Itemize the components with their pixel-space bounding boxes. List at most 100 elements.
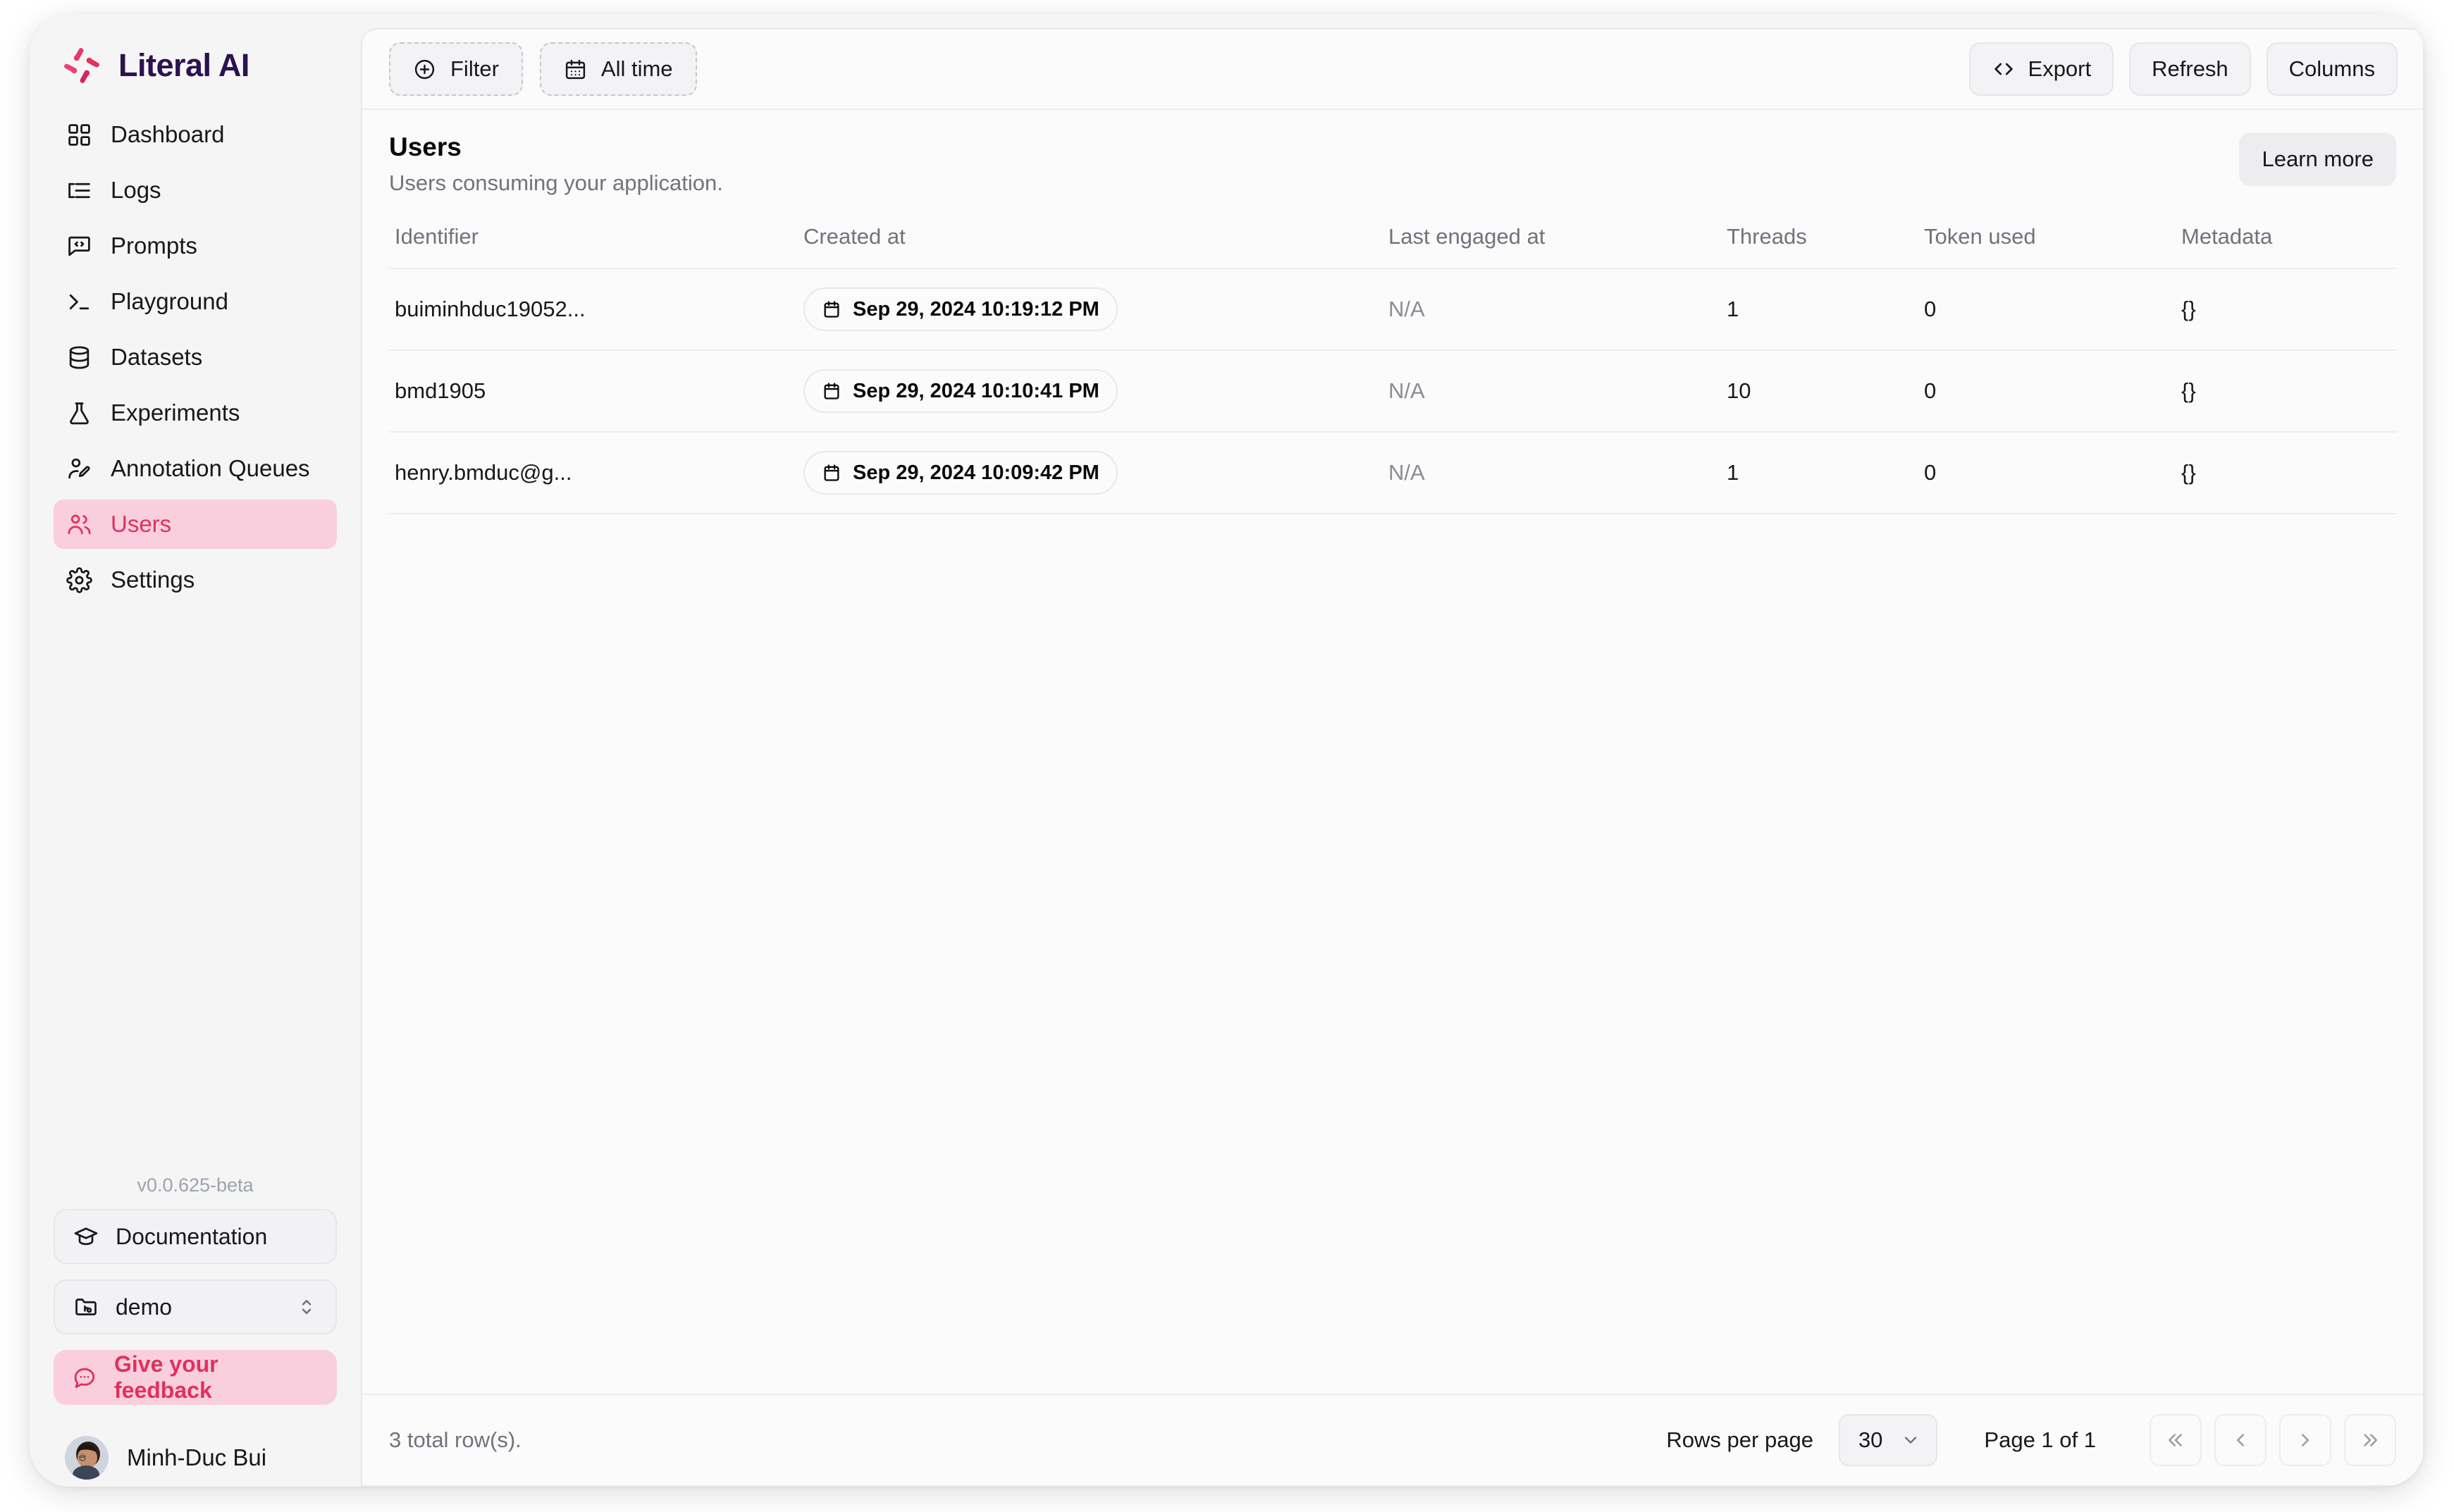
cell-token-used: 0	[1918, 350, 2176, 433]
refresh-button[interactable]: Refresh	[2129, 42, 2251, 96]
flask-icon	[66, 400, 92, 426]
user-name: Minh-Duc Bui	[127, 1444, 267, 1470]
chevrons-left-icon	[2165, 1430, 2186, 1451]
folder-git-icon	[73, 1294, 99, 1320]
give-feedback-label: Give your feedback	[114, 1351, 218, 1403]
message-code-icon	[66, 233, 92, 259]
table-header-row: Identifier Created at Last engaged at Th…	[389, 211, 2396, 269]
table-row[interactable]: bmd1905 Sep 29, 2024 10:10:41 PM N/A 10 …	[389, 350, 2396, 433]
code-brackets-icon	[1992, 57, 2016, 81]
sidebar-item-prompts[interactable]: Prompts	[54, 221, 337, 271]
avatar	[65, 1436, 109, 1480]
user-pen-icon	[66, 456, 92, 482]
chevron-left-icon	[2230, 1430, 2251, 1451]
toolbar: Filter All time Export Refresh Columns	[362, 30, 2423, 109]
terminal-icon	[66, 289, 92, 315]
sidebar-item-playground[interactable]: Playground	[54, 277, 337, 326]
chevron-up-down-icon	[296, 1296, 317, 1318]
rows-per-page-select[interactable]: 30	[1838, 1414, 1938, 1466]
filter-button[interactable]: Filter	[389, 42, 523, 96]
sidebar-item-logs[interactable]: Logs	[54, 166, 337, 215]
date-chip: Sep 29, 2024 10:09:42 PM	[803, 451, 1118, 495]
documentation-button[interactable]: Documentation	[54, 1209, 337, 1264]
column-header-identifier[interactable]: Identifier	[389, 211, 798, 269]
time-range-button[interactable]: All time	[539, 42, 697, 96]
user-account-row[interactable]: Minh-Duc Bui	[30, 1405, 361, 1487]
sidebar-item-settings[interactable]: Settings	[54, 555, 337, 605]
project-selector[interactable]: demo	[54, 1279, 337, 1334]
cell-created-at: Sep 29, 2024 10:19:12 PM	[798, 268, 1383, 351]
cell-token-used: 0	[1918, 268, 2176, 351]
table-row[interactable]: buiminhduc19052... Sep 29, 2024 10:19:12…	[389, 268, 2396, 351]
app-version: v0.0.625-beta	[137, 1175, 254, 1196]
table-row[interactable]: henry.bmduc@g... Sep 29, 2024 10:09:42 P…	[389, 432, 2396, 514]
column-header-token-used[interactable]: Token used	[1918, 211, 2176, 269]
users-icon	[66, 512, 92, 538]
sidebar-item-datasets[interactable]: Datasets	[54, 333, 337, 382]
previous-page-button[interactable]	[2214, 1414, 2267, 1466]
column-header-metadata[interactable]: Metadata	[2176, 211, 2396, 269]
column-header-threads[interactable]: Threads	[1721, 211, 1918, 269]
page-title: Users	[389, 132, 462, 161]
date-chip: Sep 29, 2024 10:10:41 PM	[803, 369, 1118, 413]
list-indent-icon	[66, 178, 92, 204]
page-header-text: Users Users consuming your application.	[389, 132, 723, 196]
sidebar-item-dashboard[interactable]: Dashboard	[54, 110, 337, 159]
export-button[interactable]: Export	[1968, 42, 2114, 96]
main-panel: Filter All time Export Refresh Columns U…	[361, 28, 2424, 1487]
total-rows-label: 3 total row(s).	[389, 1427, 522, 1452]
pager-buttons	[2150, 1414, 2396, 1466]
cell-token-used: 0	[1918, 432, 2176, 514]
brand[interactable]: Literal AI	[30, 14, 361, 90]
column-header-last-engaged-at[interactable]: Last engaged at	[1383, 211, 1721, 269]
cell-created-at: Sep 29, 2024 10:10:41 PM	[798, 350, 1383, 433]
calendar-icon	[564, 58, 587, 81]
sidebar-item-label: Playground	[111, 288, 228, 314]
grid-icon	[66, 122, 92, 148]
first-page-button[interactable]	[2150, 1414, 2202, 1466]
plus-circle-icon	[413, 58, 436, 81]
sidebar-item-users[interactable]: Users	[54, 500, 337, 549]
toolbar-left: Filter All time	[389, 42, 697, 96]
filter-label: Filter	[450, 56, 499, 81]
columns-button[interactable]: Columns	[2266, 42, 2398, 96]
users-table: Identifier Created at Last engaged at Th…	[389, 211, 2396, 514]
next-page-button[interactable]	[2279, 1414, 2331, 1466]
cell-last-engaged-at: N/A	[1383, 268, 1721, 351]
sidebar-item-label: Prompts	[111, 233, 197, 259]
sidebar-item-label: Users	[111, 511, 172, 537]
page-indicator: Page 1 of 1	[1984, 1427, 2096, 1452]
give-feedback-button[interactable]: Give your feedback	[54, 1350, 337, 1405]
export-label: Export	[2028, 56, 2092, 81]
sidebar-item-label: Logs	[111, 177, 161, 203]
cell-threads: 10	[1721, 350, 1918, 433]
column-header-created-at[interactable]: Created at	[798, 211, 1383, 269]
project-label: demo	[116, 1294, 173, 1320]
refresh-label: Refresh	[2152, 56, 2228, 81]
cell-last-engaged-at: N/A	[1383, 432, 1721, 514]
date-chip-label: Sep 29, 2024 10:10:41 PM	[853, 379, 1099, 402]
calendar-icon	[822, 381, 841, 401]
learn-more-label: Learn more	[2262, 147, 2374, 171]
date-chip: Sep 29, 2024 10:19:12 PM	[803, 287, 1118, 331]
learn-more-button[interactable]: Learn more	[2239, 132, 2396, 186]
last-page-button[interactable]	[2344, 1414, 2396, 1466]
chevrons-right-icon	[2360, 1430, 2381, 1451]
sidebar-item-experiments[interactable]: Experiments	[54, 388, 337, 438]
users-table-container: Identifier Created at Last engaged at Th…	[362, 211, 2423, 1394]
rows-per-page-label: Rows per page	[1666, 1427, 1813, 1452]
page-subtitle: Users consuming your application.	[389, 171, 723, 195]
page-header: Users Users consuming your application. …	[362, 110, 2423, 211]
sidebar-item-label: Experiments	[111, 399, 240, 426]
sidebar-item-annotation-queues[interactable]: Annotation Queues	[54, 444, 337, 493]
cell-created-at: Sep 29, 2024 10:09:42 PM	[798, 432, 1383, 514]
sidebar-item-label: Datasets	[111, 344, 203, 370]
time-range-label: All time	[600, 56, 673, 81]
graduation-cap-icon	[73, 1224, 99, 1249]
calendar-icon	[822, 299, 841, 319]
database-icon	[66, 345, 92, 371]
date-chip-label: Sep 29, 2024 10:19:12 PM	[853, 297, 1099, 321]
cell-identifier: buiminhduc19052...	[389, 268, 798, 351]
message-dots-icon	[72, 1365, 97, 1390]
date-chip-label: Sep 29, 2024 10:09:42 PM	[853, 461, 1099, 484]
